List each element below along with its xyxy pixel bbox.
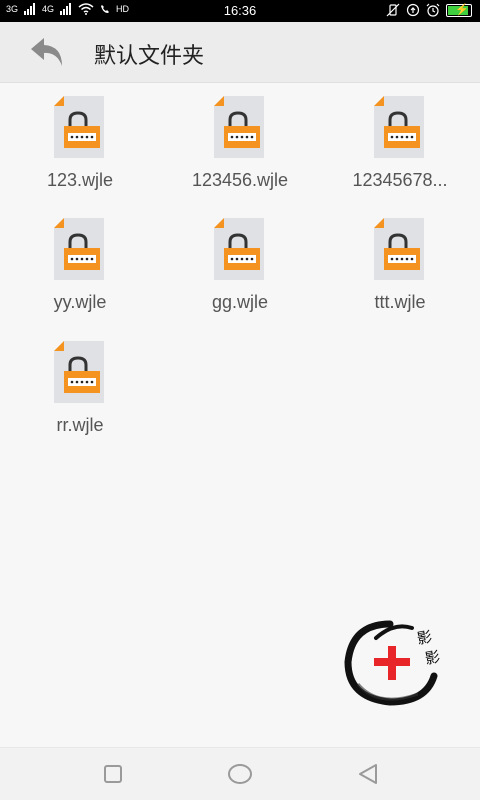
status-right: ⚡ [386,3,472,17]
alarm-icon [426,3,440,17]
locked-file-icon [374,218,424,280]
file-name: rr.wjle [56,415,104,435]
file-name: 123.wjle [46,170,114,190]
data-saver-icon [406,3,420,17]
square-icon [104,765,122,783]
file-name: gg.wjle [211,292,269,312]
file-item[interactable]: 12345678... [320,90,480,210]
locked-file-icon [214,218,264,280]
locked-file-icon [54,96,104,158]
navigation-bar [0,747,480,800]
file-name: ttt.wjle [374,292,426,312]
locked-file-icon [374,96,424,158]
add-file-button[interactable]: 影 影 [338,614,448,710]
recent-apps-button[interactable] [93,760,133,788]
file-item[interactable]: 123.wjle [0,90,160,210]
status-bar: 3G 4G HD 16:36 ⚡ [0,0,480,22]
triangle-back-icon [359,764,377,784]
circle-icon [228,764,252,784]
file-item[interactable]: rr.wjle [0,335,160,455]
locked-file-icon [54,341,104,403]
file-name: 123456.wjle [191,170,289,190]
back-arrow-icon[interactable] [28,34,68,70]
vibrate-icon [386,3,400,17]
file-name: 12345678... [352,170,448,190]
home-button[interactable] [220,760,260,788]
file-item[interactable]: ttt.wjle [320,212,480,332]
file-item[interactable]: yy.wjle [0,212,160,332]
locked-file-icon [54,218,104,280]
fab-logo-text: 影 [416,628,434,648]
battery-icon: ⚡ [446,3,472,17]
back-button[interactable] [348,760,388,788]
file-name: yy.wjle [53,292,107,312]
locked-file-icon [214,96,264,158]
fab-logo-text-2: 影 [424,648,442,668]
toolbar: 默认文件夹 [0,22,480,83]
file-item[interactable]: 123456.wjle [160,90,320,210]
add-plus-icon [374,646,410,680]
file-item[interactable]: gg.wjle [160,212,320,332]
page-title: 默认文件夹 [94,44,205,69]
